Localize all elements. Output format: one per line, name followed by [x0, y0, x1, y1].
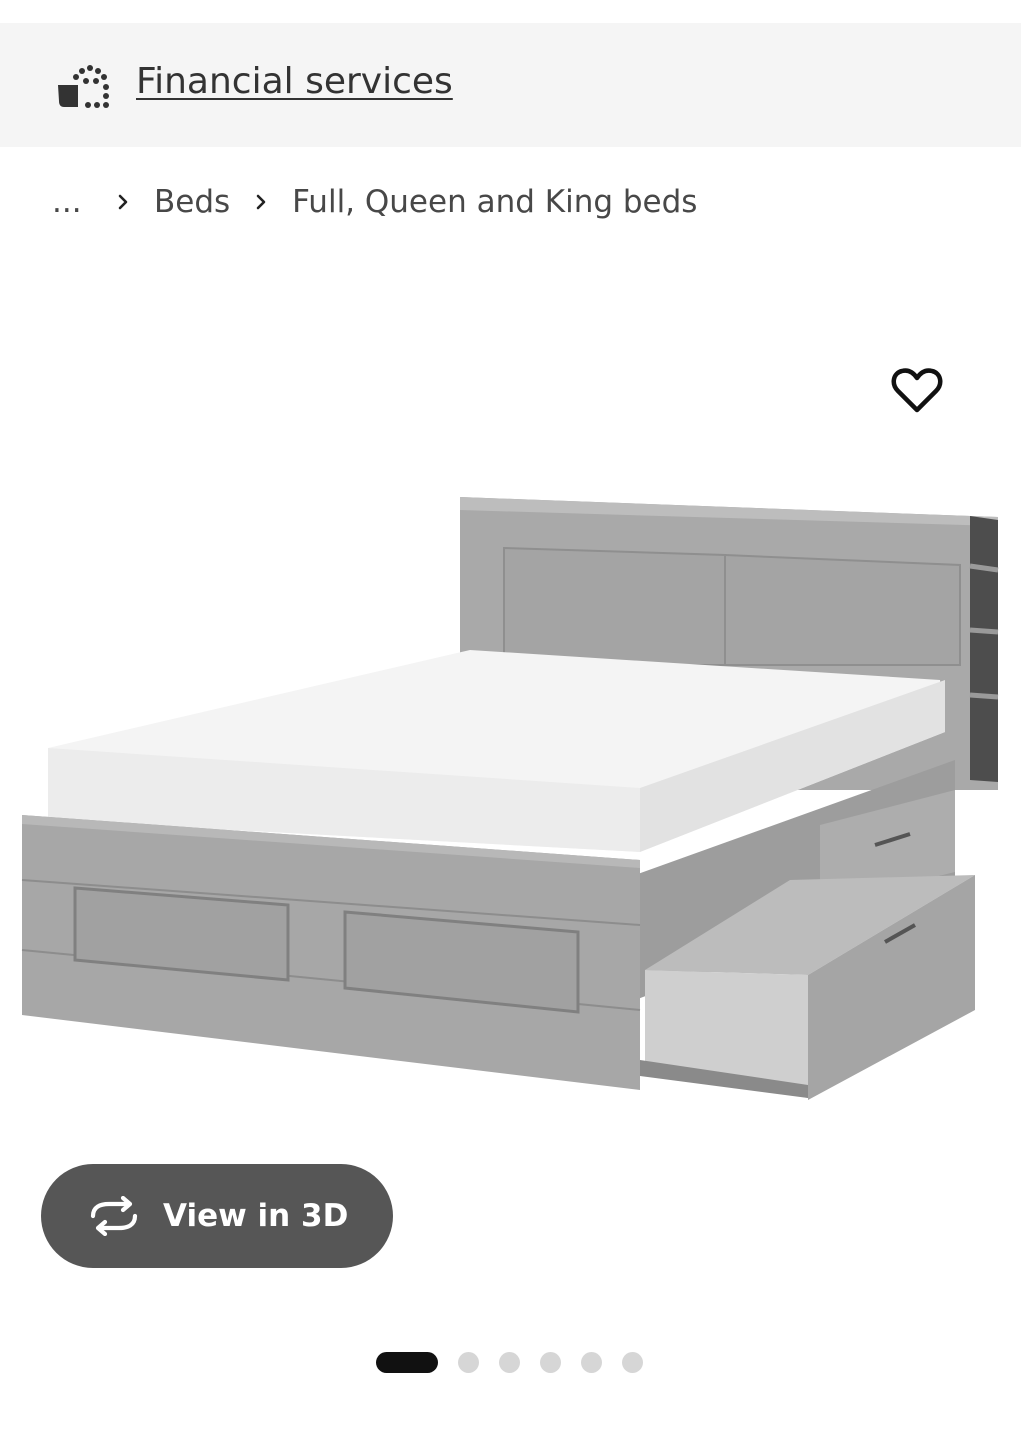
- rotate-3d-icon: [90, 1196, 138, 1236]
- financial-services-icon: [58, 65, 109, 108]
- carousel-dot[interactable]: [540, 1351, 561, 1373]
- breadcrumb: ... Beds Full, Queen and King beds: [52, 180, 697, 224]
- heart-icon[interactable]: [890, 366, 944, 416]
- carousel-dot[interactable]: [376, 1351, 438, 1373]
- carousel-dot[interactable]: [499, 1351, 520, 1373]
- carousel-dot[interactable]: [581, 1351, 602, 1373]
- financial-services-banner: Financial services: [0, 23, 1021, 147]
- chevron-right-icon: [118, 194, 128, 210]
- carousel-dot[interactable]: [458, 1351, 479, 1373]
- breadcrumb-item-beds[interactable]: Beds: [154, 184, 230, 220]
- view-in-3d-button[interactable]: View in 3D: [41, 1164, 393, 1268]
- carousel-dot[interactable]: [622, 1351, 643, 1373]
- chevron-right-icon: [256, 194, 266, 210]
- view-in-3d-label: View in 3D: [163, 1198, 349, 1234]
- carousel-indicator: [376, 1351, 643, 1373]
- breadcrumb-ellipsis[interactable]: ...: [52, 184, 92, 220]
- product-image[interactable]: [0, 320, 1021, 1180]
- financial-services-link[interactable]: Financial services: [136, 60, 453, 104]
- breadcrumb-item-full-queen-king-beds[interactable]: Full, Queen and King beds: [292, 184, 697, 220]
